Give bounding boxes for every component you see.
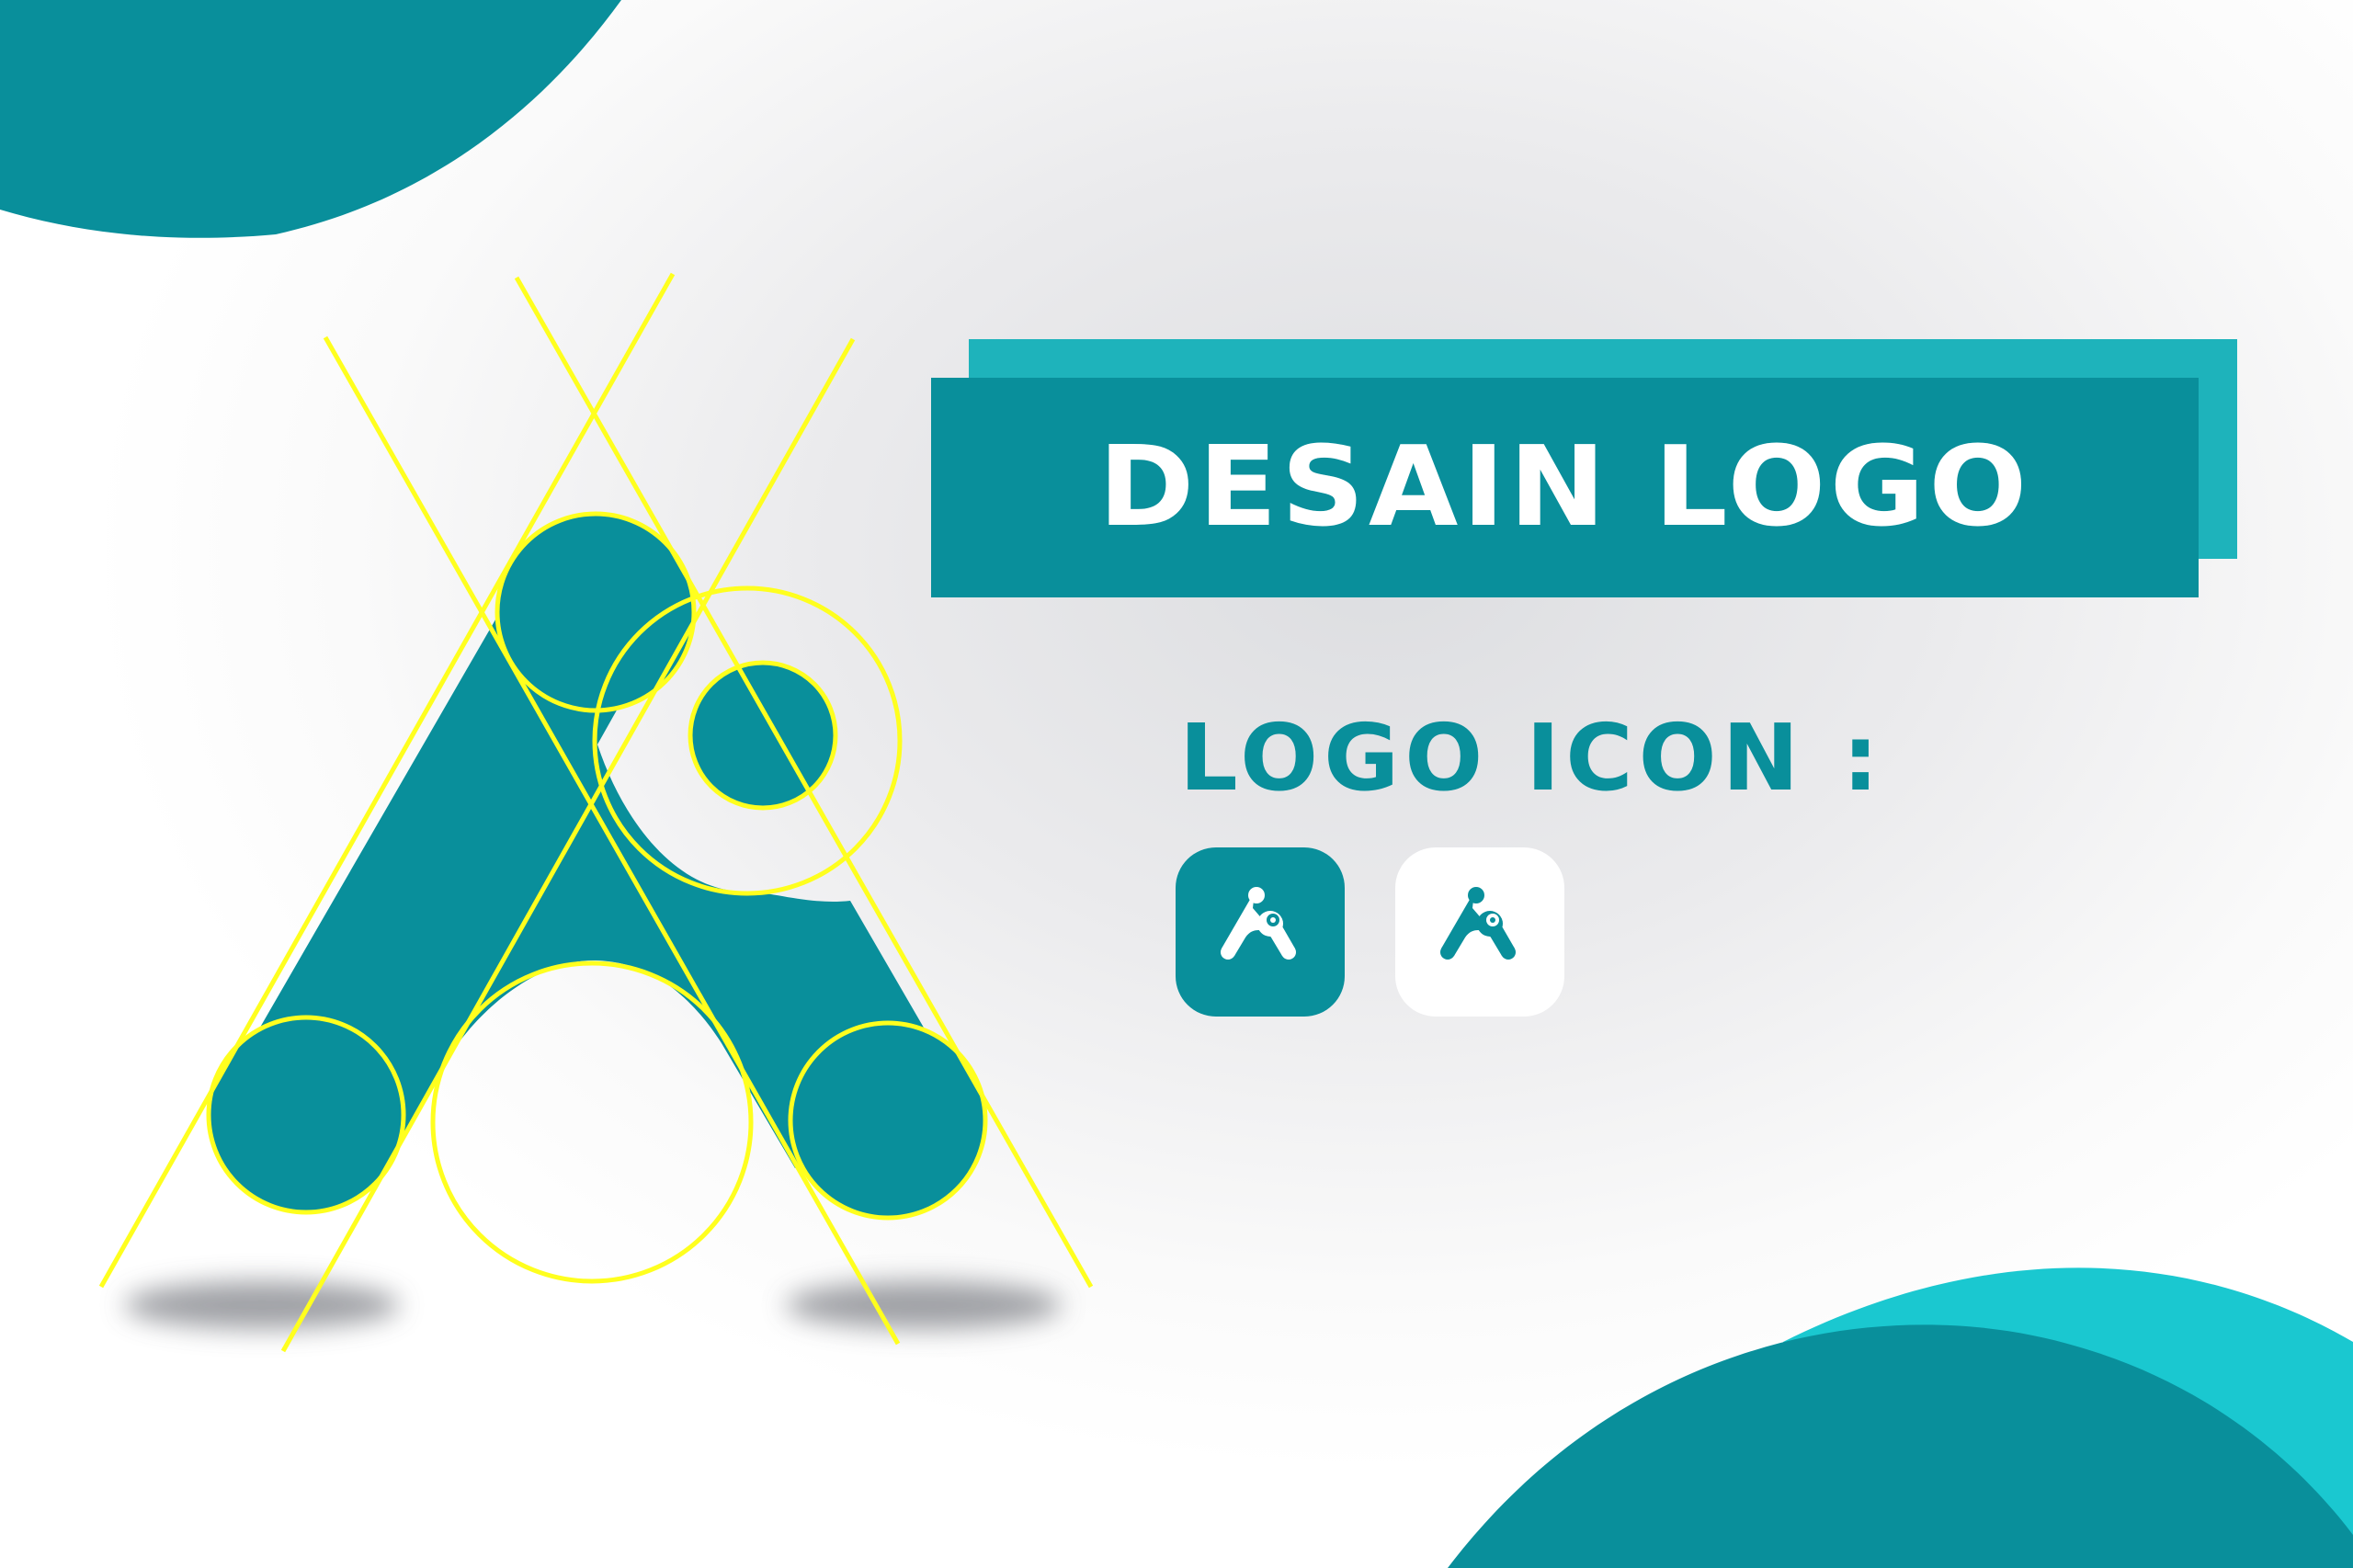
right-leg-shadow: [786, 1281, 1062, 1329]
title-banner: DESAIN LOGO: [931, 378, 2199, 597]
logo-icon-heading: LOGO ICON :: [1179, 704, 1885, 812]
logo-a-mark-icon: [1440, 887, 1516, 960]
white-background-logo-icon: [1395, 847, 1564, 1017]
teal-background-logo-icon: [1176, 847, 1345, 1017]
guide-circle: [430, 960, 754, 1284]
logo-a-mark-icon: [1221, 887, 1296, 960]
left-leg-shadow: [124, 1281, 400, 1329]
page-title: DESAIN LOGO: [1098, 423, 2031, 551]
logo-a-mark: [209, 514, 985, 1218]
